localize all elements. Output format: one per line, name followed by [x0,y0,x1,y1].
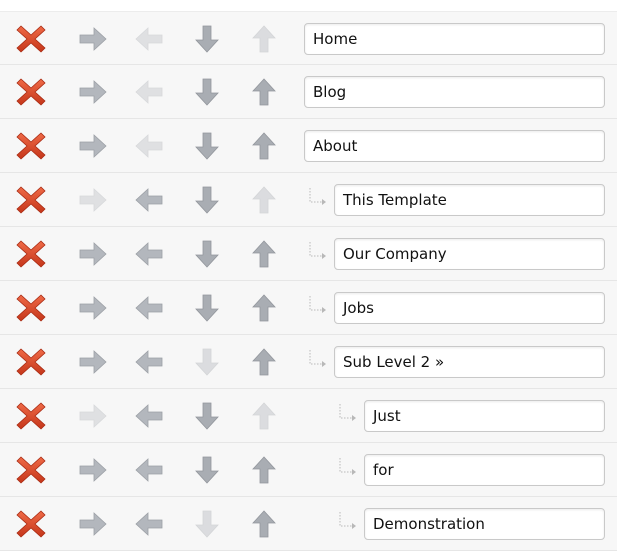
arrow-down-icon [191,508,223,540]
menu-item-row: for [0,443,617,497]
arrow-down-icon[interactable] [191,292,223,324]
menu-item-title-input[interactable]: Just [364,400,605,432]
menu-item-title-input[interactable]: Sub Level 2 » [334,346,605,378]
menu-item-title-input[interactable]: About [304,130,605,162]
menu-item-title-input[interactable]: Blog [304,76,605,108]
delete-x-icon[interactable] [15,130,47,162]
menu-item-row: About [0,119,617,173]
delete-x-icon[interactable] [15,400,47,432]
arrow-up-icon [248,400,280,432]
arrow-right-icon[interactable] [77,292,109,324]
menu-item-title-input[interactable]: Our Company [334,238,605,270]
tree-connector-icon [338,458,358,480]
arrow-left-icon[interactable] [133,346,165,378]
arrow-up-icon [248,184,280,216]
arrow-left-icon[interactable] [133,292,165,324]
arrow-left-icon[interactable] [133,454,165,486]
tree-connector-icon [308,350,328,372]
arrow-right-icon[interactable] [77,76,109,108]
arrow-down-icon[interactable] [191,400,223,432]
menu-item-title-input[interactable]: Jobs [334,292,605,324]
arrow-right-icon [77,184,109,216]
menu-item-title-input[interactable]: This Template [334,184,605,216]
delete-x-icon[interactable] [15,346,47,378]
arrow-up-icon [248,23,280,55]
delete-x-icon[interactable] [15,454,47,486]
menu-item-row: Just [0,389,617,443]
arrow-down-icon[interactable] [191,76,223,108]
menu-item-row: Demonstration [0,497,617,551]
delete-x-icon[interactable] [15,292,47,324]
delete-x-icon[interactable] [15,76,47,108]
arrow-left-icon[interactable] [133,508,165,540]
arrow-down-icon[interactable] [191,238,223,270]
tree-connector-icon [308,188,328,210]
menu-editor-list: Home Blog About This Template Our Compan… [0,11,617,551]
arrow-right-icon[interactable] [77,508,109,540]
menu-item-row: Blog [0,65,617,119]
arrow-left-icon [133,23,165,55]
arrow-down-icon[interactable] [191,184,223,216]
arrow-left-icon[interactable] [133,400,165,432]
menu-item-title-input[interactable]: Demonstration [364,508,605,540]
arrow-up-icon[interactable] [248,238,280,270]
delete-x-icon[interactable] [15,23,47,55]
menu-item-title-input[interactable]: for [364,454,605,486]
menu-item-row: This Template [0,173,617,227]
arrow-down-icon[interactable] [191,23,223,55]
arrow-right-icon[interactable] [77,238,109,270]
menu-item-title-input[interactable]: Home [304,23,605,55]
tree-connector-icon [338,404,358,426]
tree-connector-icon [308,296,328,318]
delete-x-icon[interactable] [15,184,47,216]
arrow-right-icon [77,400,109,432]
delete-x-icon[interactable] [15,238,47,270]
tree-connector-icon [308,242,328,264]
arrow-up-icon[interactable] [248,454,280,486]
tree-connector-icon [338,512,358,534]
arrow-left-icon [133,76,165,108]
menu-item-row: Jobs [0,281,617,335]
arrow-right-icon[interactable] [77,130,109,162]
arrow-down-icon[interactable] [191,130,223,162]
arrow-right-icon[interactable] [77,454,109,486]
menu-item-row: Sub Level 2 » [0,335,617,389]
arrow-left-icon [133,130,165,162]
arrow-up-icon[interactable] [248,130,280,162]
arrow-down-icon [191,346,223,378]
arrow-left-icon[interactable] [133,238,165,270]
arrow-down-icon[interactable] [191,454,223,486]
arrow-up-icon[interactable] [248,346,280,378]
menu-item-row: Home [0,11,617,65]
delete-x-icon[interactable] [15,508,47,540]
arrow-right-icon[interactable] [77,346,109,378]
arrow-up-icon[interactable] [248,292,280,324]
arrow-left-icon[interactable] [133,184,165,216]
arrow-up-icon[interactable] [248,508,280,540]
arrow-up-icon[interactable] [248,76,280,108]
arrow-right-icon[interactable] [77,23,109,55]
menu-item-row: Our Company [0,227,617,281]
